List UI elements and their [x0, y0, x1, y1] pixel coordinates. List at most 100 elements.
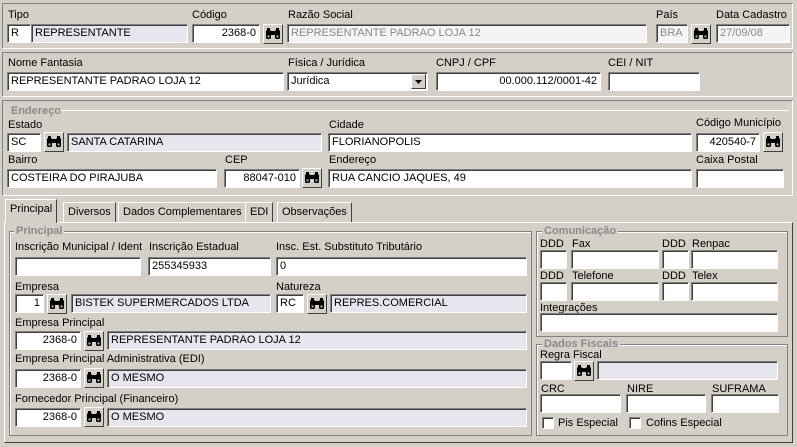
estado-label: Estado	[8, 119, 43, 131]
pais-field[interactable]: BRA	[656, 24, 688, 43]
tab-principal[interactable]: Principal	[5, 199, 58, 223]
fornecedor-search-button[interactable]	[84, 407, 104, 427]
renpac-field[interactable]	[691, 250, 778, 269]
cidade-field[interactable]: FLORIANOPOLIS	[328, 133, 692, 152]
pis-especial-label: Pis Especial	[558, 417, 618, 429]
nome-fantasia-field[interactable]: REPRESENTANTE PADRAO LOJA 12	[7, 72, 284, 91]
crc-field[interactable]	[540, 394, 621, 413]
empresa-label: Empresa	[15, 281, 60, 293]
endereco-group-title: Endereço	[9, 105, 64, 117]
ddd-telex-field[interactable]	[662, 282, 689, 301]
binoculars-icon	[49, 298, 65, 310]
binoculars-icon	[765, 136, 781, 148]
cnpj-label: CNPJ / CPF	[436, 57, 496, 69]
natureza-label: Natureza	[276, 281, 321, 293]
cep-label: CEP	[225, 154, 248, 166]
binoculars-icon	[86, 411, 102, 423]
emp-principal-search-button[interactable]	[84, 331, 104, 351]
empresa-name-field: BISTEK SUPERMERCADOS LTDA	[71, 294, 271, 313]
fornecedor-code-field[interactable]: 2368-0	[15, 408, 81, 427]
razao-social-field[interactable]: REPRESENTANTE PADRAO LOJA 12	[287, 24, 647, 43]
estado-search-button[interactable]	[44, 132, 64, 152]
natureza-name-field: REPRES.COMERCIAL	[330, 294, 527, 313]
binoculars-icon	[309, 298, 325, 310]
fisica-juridica-label: Física / Jurídica	[288, 57, 366, 69]
ddd-renpac-field[interactable]	[662, 250, 689, 269]
natureza-search-button[interactable]	[307, 294, 327, 314]
emp-adm-label: Empresa Principal Administrativa (EDI)	[15, 353, 205, 365]
suframa-field[interactable]	[711, 394, 779, 413]
endereco-field[interactable]: RUA CANCIO JAQUES, 49	[328, 169, 692, 188]
natureza-code-field[interactable]: RC	[276, 294, 304, 313]
codigo-field[interactable]: 2368-0	[192, 24, 260, 43]
cep-field[interactable]: 88047-010	[224, 169, 300, 188]
tipo-name-field: REPRESENTANTE	[31, 24, 188, 43]
regra-fiscal-search-button[interactable]	[574, 361, 594, 381]
tab-diversos[interactable]: Diversos	[63, 202, 116, 222]
emp-principal-code-field[interactable]: 2368-0	[15, 331, 81, 350]
fisica-juridica-value: Jurídica	[291, 75, 330, 87]
cofins-especial-label: Cofins Especial	[646, 417, 722, 429]
empresa-search-button[interactable]	[47, 294, 67, 314]
nire-field[interactable]	[626, 394, 706, 413]
insc-mun-field[interactable]	[15, 257, 141, 276]
estado-code-field[interactable]: SC	[7, 133, 41, 152]
tipo-code-field[interactable]: R	[7, 24, 31, 43]
codigo-label: Código	[192, 9, 227, 21]
binoculars-icon	[304, 172, 320, 184]
cnpj-field[interactable]: 00.000.112/0001-42	[436, 72, 601, 91]
insc-mun-label: Inscrição Municipal / Ident	[15, 241, 143, 253]
pais-search-button[interactable]	[691, 24, 711, 44]
cofins-especial-checkbox[interactable]	[629, 417, 641, 429]
municipio-search-button[interactable]	[763, 132, 783, 152]
integracoes-field[interactable]	[540, 313, 778, 332]
emp-principal-name-field: REPRESENTANTE PADRAO LOJA 12	[107, 331, 527, 350]
insc-sub-label: Insc. Est. Substituto Tributário	[276, 241, 423, 253]
binoculars-icon	[86, 335, 102, 347]
insc-sub-field[interactable]: 0	[276, 257, 527, 276]
endereco-label: Endereço	[329, 154, 377, 166]
binoculars-icon	[46, 136, 62, 148]
fornecedor-label: Fornecedor Principal (Financeiro)	[15, 393, 179, 405]
ddd-fax-field[interactable]	[540, 250, 567, 269]
emp-adm-name-field: O MESMO	[107, 369, 527, 388]
empresa-code-field[interactable]: 1	[15, 294, 44, 313]
regra-fiscal-code-field[interactable]	[540, 361, 572, 380]
telex-field[interactable]	[691, 282, 778, 301]
insc-est-field[interactable]: 255345933	[148, 257, 271, 276]
binoculars-icon	[86, 372, 102, 384]
tab-dados-complementares[interactable]: Dados Complementares	[118, 202, 247, 222]
tipo-label: Tipo	[8, 9, 29, 21]
pais-label: País	[656, 9, 679, 21]
emp-adm-search-button[interactable]	[84, 368, 104, 388]
data-cadastro-label: Data Cadastro	[716, 9, 787, 21]
fantasia-label: Nome Fantasia	[8, 57, 83, 69]
codigo-municipio-field[interactable]: 420540-7	[696, 133, 760, 152]
insc-est-label: Inscrição Estadual	[149, 241, 239, 253]
fornecedor-name-field: O MESMO	[107, 408, 527, 427]
codigo-search-button[interactable]	[263, 24, 283, 44]
tab-edi[interactable]: EDI	[245, 202, 274, 222]
fisica-juridica-select[interactable]: Jurídica	[287, 72, 428, 91]
binoculars-icon	[693, 28, 709, 40]
estado-name-field: SANTA CATARINA	[67, 133, 322, 152]
binoculars-icon	[576, 365, 592, 377]
bairro-field[interactable]: COSTEIRA DO PIRAJUBA	[7, 169, 217, 188]
caixa-postal-field[interactable]	[696, 169, 784, 188]
emp-principal-label: Empresa Principal	[15, 317, 105, 329]
cei-label: CEI / NIT	[608, 57, 654, 69]
chevron-down-icon[interactable]	[411, 74, 426, 89]
ddd-telefone-field[interactable]	[540, 282, 567, 301]
emp-adm-code-field[interactable]: 2368-0	[15, 369, 81, 388]
tab-observacoes[interactable]: Observações	[277, 202, 352, 222]
caixa-postal-label: Caixa Postal	[696, 154, 758, 166]
fax-field[interactable]	[571, 250, 659, 269]
principal-group-title: Principal	[14, 225, 65, 237]
cei-field[interactable]	[608, 72, 700, 91]
binoculars-icon	[265, 28, 281, 40]
telefone-field[interactable]	[571, 282, 659, 301]
cep-search-button[interactable]	[302, 168, 322, 188]
endereco-group-line	[60, 110, 789, 111]
pis-especial-checkbox[interactable]	[542, 417, 554, 429]
codigo-municipio-label: Código Município	[696, 117, 781, 129]
